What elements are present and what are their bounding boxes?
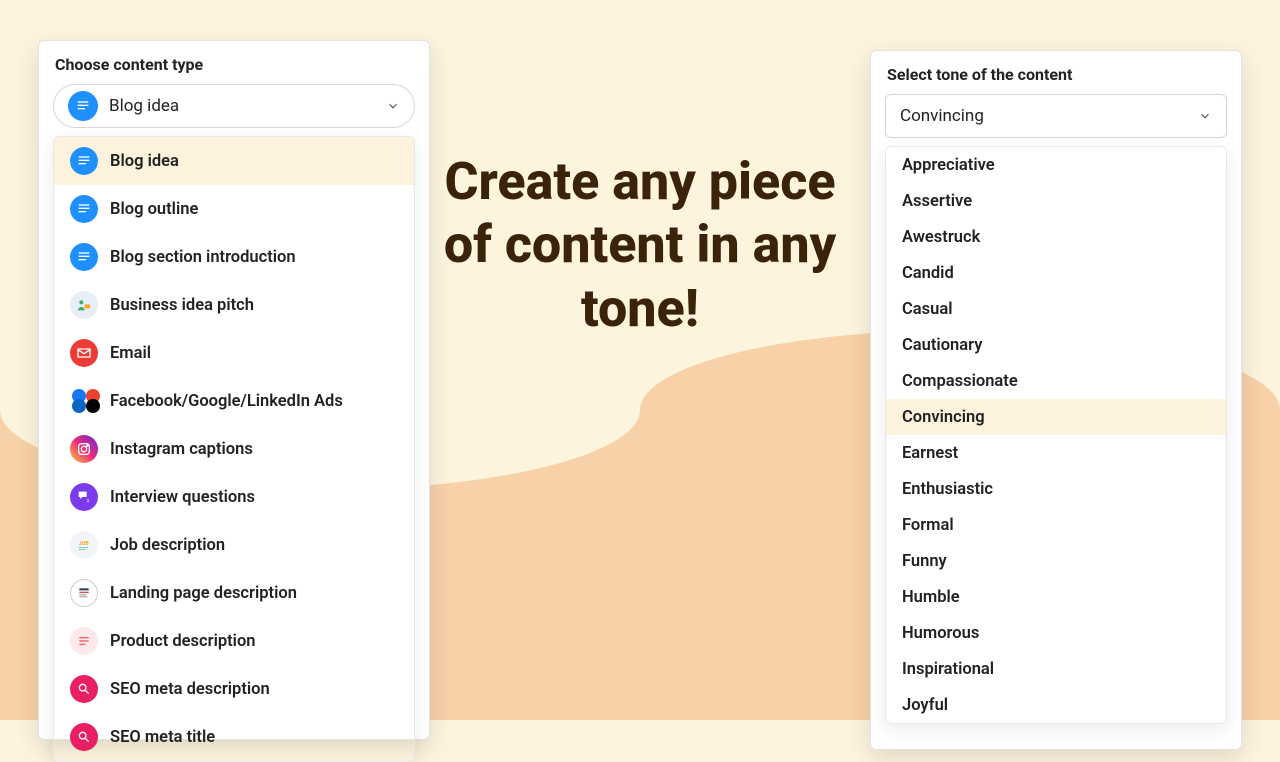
content-type-option-label: Job description	[110, 536, 225, 555]
content-type-option[interactable]: SEO meta title	[54, 713, 414, 761]
tone-option-label: Cautionary	[902, 336, 982, 355]
blog-icon	[68, 91, 98, 121]
tone-select[interactable]: Convincing	[885, 94, 1227, 138]
content-type-option[interactable]: Blog idea	[54, 137, 414, 185]
content-type-dropdown: Blog idea Blog outline Blog section introd…	[53, 136, 415, 762]
content-type-selected-value: Blog idea	[109, 96, 375, 116]
seo-icon	[70, 723, 98, 751]
content-type-option[interactable]: SEO meta description	[54, 665, 414, 713]
tone-option[interactable]: Enthusiastic	[886, 471, 1226, 507]
content-type-option-label: Email	[110, 344, 151, 363]
blog-icon	[70, 147, 98, 175]
tone-option[interactable]: Humble	[886, 579, 1226, 615]
tone-selected-value: Convincing	[900, 106, 1187, 126]
content-type-option-label: Facebook/Google/LinkedIn Ads	[110, 392, 343, 411]
tone-option-label: Formal	[902, 516, 954, 535]
content-type-option-label: Instagram captions	[110, 440, 253, 459]
tone-option[interactable]: Joyful	[886, 687, 1226, 723]
tone-option[interactable]: Casual	[886, 291, 1226, 327]
job-icon: JOB	[70, 531, 98, 559]
tone-option-label: Earnest	[902, 444, 958, 463]
tone-option[interactable]: Formal	[886, 507, 1226, 543]
tone-option[interactable]: Awestruck	[886, 219, 1226, 255]
tone-option-label: Assertive	[902, 192, 972, 211]
tone-option-label: Convincing	[902, 408, 985, 427]
tone-option-label: Inspirational	[902, 660, 994, 679]
tone-option[interactable]: Compassionate	[886, 363, 1226, 399]
content-type-option-label: Blog outline	[110, 200, 198, 219]
tone-option-label: Appreciative	[902, 156, 995, 175]
tone-option[interactable]: Funny	[886, 543, 1226, 579]
content-type-option-label: Product description	[110, 632, 256, 651]
content-type-label: Choose content type	[55, 55, 415, 74]
content-type-option-label: SEO meta title	[110, 728, 215, 747]
content-type-option[interactable]: Blog section introduction	[54, 233, 414, 281]
content-type-panel: Choose content type Blog idea Blog idea B…	[38, 40, 430, 740]
tone-label: Select tone of the content	[887, 65, 1227, 84]
content-type-option[interactable]: Facebook/Google/LinkedIn Ads	[54, 377, 414, 425]
content-type-option-label: Blog section introduction	[110, 248, 296, 267]
chevron-down-icon	[386, 99, 400, 113]
business-icon	[70, 291, 98, 319]
tone-option-label: Funny	[902, 552, 947, 571]
tone-option-label: Joyful	[902, 696, 948, 715]
tone-option[interactable]: Convincing	[886, 399, 1226, 435]
seo-icon	[70, 675, 98, 703]
tone-option-label: Compassionate	[902, 372, 1018, 391]
content-type-option[interactable]: Product description	[54, 617, 414, 665]
email-icon	[70, 339, 98, 367]
content-type-option[interactable]: Business idea pitch	[54, 281, 414, 329]
blog-icon	[70, 195, 98, 223]
tone-option[interactable]: Earnest	[886, 435, 1226, 471]
content-type-option-label: Landing page description	[110, 584, 297, 603]
content-type-option[interactable]: Blog outline	[54, 185, 414, 233]
tone-option-label: Humble	[902, 588, 960, 607]
tone-option[interactable]: Candid	[886, 255, 1226, 291]
content-type-option-label: Business idea pitch	[110, 296, 254, 315]
hero-headline: Create any piece of content in any tone!	[425, 150, 855, 340]
content-type-option-label: SEO meta description	[110, 680, 270, 699]
content-type-option-label: Blog idea	[110, 152, 179, 171]
content-type-select[interactable]: Blog idea	[53, 84, 415, 128]
tone-option[interactable]: Appreciative	[886, 147, 1226, 183]
interview-icon	[70, 483, 98, 511]
tone-option-label: Enthusiastic	[902, 480, 993, 499]
tone-option[interactable]: Assertive	[886, 183, 1226, 219]
product-icon	[70, 627, 98, 655]
tone-option-label: Awestruck	[902, 228, 980, 247]
content-type-option[interactable]: JOB Job description	[54, 521, 414, 569]
tone-option[interactable]: Humorous	[886, 615, 1226, 651]
ads-platforms-icon	[70, 387, 98, 415]
content-type-option[interactable]: Instagram captions	[54, 425, 414, 473]
blog-icon	[70, 243, 98, 271]
tone-panel: Select tone of the content Convincing Ap…	[870, 50, 1242, 750]
tone-option[interactable]: Inspirational	[886, 651, 1226, 687]
content-type-option[interactable]: Email	[54, 329, 414, 377]
content-type-option-label: Interview questions	[110, 488, 255, 507]
tone-option-label: Humorous	[902, 624, 979, 643]
tone-dropdown: Appreciative Assertive Awestruck Candid Casu…	[885, 146, 1227, 724]
instagram-icon	[70, 435, 98, 463]
svg-text:JOB: JOB	[79, 541, 90, 547]
tone-option[interactable]: Cautionary	[886, 327, 1226, 363]
tone-option-label: Candid	[902, 264, 954, 283]
content-type-option[interactable]: Landing page description	[54, 569, 414, 617]
chevron-down-icon	[1198, 109, 1212, 123]
landing-page-icon	[70, 579, 98, 607]
tone-option-label: Casual	[902, 300, 953, 319]
content-type-option[interactable]: Interview questions	[54, 473, 414, 521]
